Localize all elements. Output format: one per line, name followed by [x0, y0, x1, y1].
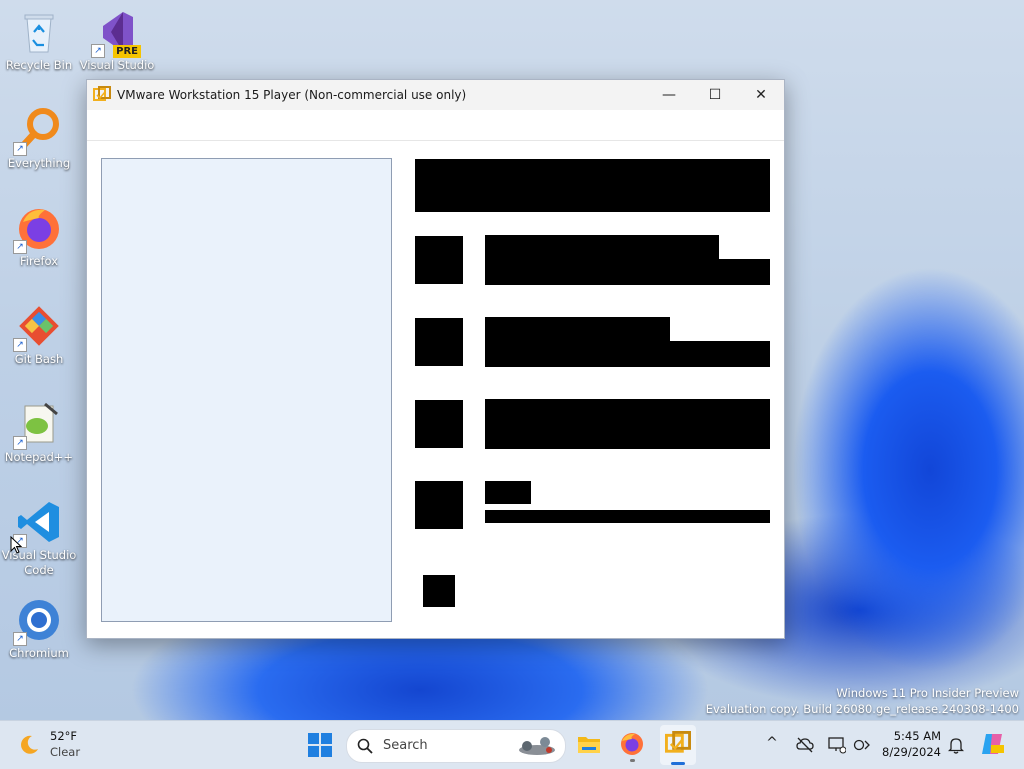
git-bash-label: Git Bash	[14, 352, 64, 366]
redacted-action-icon-3[interactable]	[415, 400, 463, 448]
window-titlebar[interactable]: VMware Workstation 15 Player (Non-commer…	[87, 80, 784, 110]
redacted-action-desc-2	[485, 341, 770, 367]
notepad-plus-plus-icon: ↗	[13, 400, 63, 450]
start-button[interactable]	[307, 732, 333, 758]
minimize-button[interactable]: —	[646, 80, 692, 110]
watermark-line-2: Evaluation copy. Build 26080.ge_release.…	[705, 702, 1019, 716]
search-placeholder: Search	[383, 738, 428, 753]
recycle-bin-label: Recycle Bin	[5, 58, 73, 72]
everything-label: Everything	[7, 156, 71, 170]
redacted-action-icon-4[interactable]	[415, 481, 463, 529]
desktop-icon-firefox[interactable]: ↗ Firefox	[1, 204, 77, 269]
minimize-icon: —	[662, 87, 676, 103]
pre-badge: PRE	[113, 45, 141, 58]
windows-watermark: Windows 11 Pro Insider Preview Evaluatio…	[706, 685, 1019, 717]
visual-studio-icon: PRE ↗	[91, 8, 141, 58]
copilot-button[interactable]	[980, 732, 1004, 756]
watermark-line-1: Windows 11 Pro Insider Preview	[836, 686, 1019, 700]
desktop-icon-git-bash[interactable]: ↗ Git Bash	[1, 302, 77, 367]
desktop-icon-visual-studio[interactable]: PRE ↗ Visual Studio	[79, 8, 155, 73]
clock-date: 8/29/2024	[882, 745, 941, 759]
accessibility-icon[interactable]	[853, 737, 871, 753]
maximize-button[interactable]: ☐	[692, 80, 738, 110]
running-indicator	[630, 759, 635, 762]
vm-library-pane[interactable]	[101, 158, 392, 622]
redacted-action-icon-1[interactable]	[415, 236, 463, 284]
recycle-bin-icon	[15, 8, 63, 56]
tray-overflow-button[interactable]: ^	[764, 735, 780, 753]
vmware-player-window[interactable]: VMware Workstation 15 Player (Non-commer…	[86, 79, 785, 639]
active-indicator	[671, 762, 685, 765]
search-highlight-icon	[519, 737, 555, 755]
weather-temp: 52°F	[50, 729, 77, 743]
vscode-icon: ↗	[13, 498, 63, 548]
everything-search-icon: ↗	[13, 106, 63, 156]
firefox-label: Firefox	[19, 254, 59, 268]
display-icon[interactable]	[828, 736, 846, 754]
notification-bell-icon[interactable]	[948, 736, 964, 754]
redacted-footer-icon[interactable]	[423, 575, 455, 607]
taskbar-search-box[interactable]: Search	[346, 729, 566, 763]
shortcut-arrow-icon: ↗	[13, 240, 27, 254]
shortcut-arrow-icon: ↗	[13, 436, 27, 450]
windows-logo-icon	[308, 733, 332, 757]
redacted-action-title-4[interactable]	[485, 481, 531, 504]
taskbar-firefox[interactable]	[619, 731, 645, 762]
clock-time: 5:45 AM	[893, 729, 941, 743]
redacted-action-icon-2[interactable]	[415, 318, 463, 366]
redacted-welcome-header	[415, 159, 770, 212]
shortcut-arrow-icon: ↗	[13, 338, 27, 352]
firefox-icon	[621, 733, 643, 755]
taskbar-file-explorer[interactable]	[576, 731, 602, 757]
shortcut-arrow-icon: ↗	[91, 44, 105, 58]
desktop-icon-recycle-bin[interactable]: Recycle Bin	[1, 8, 77, 73]
network-offline-icon[interactable]	[796, 737, 814, 753]
weather-condition: Clear	[50, 745, 81, 759]
redacted-action-desc-1	[485, 259, 770, 285]
shortcut-arrow-icon: ↗	[13, 142, 27, 156]
firefox-icon: ↗	[13, 204, 63, 254]
folder-icon	[578, 737, 600, 753]
desktop-icon-everything[interactable]: ↗ Everything	[1, 106, 77, 171]
search-icon	[357, 738, 373, 754]
taskbar-vmware-player[interactable]	[660, 725, 696, 765]
taskbar: 52°F Clear Search ^ 5:45 AM 8/29/2024	[0, 720, 1024, 769]
git-bash-icon: ↗	[13, 302, 63, 352]
shortcut-arrow-icon: ↗	[13, 632, 27, 646]
chromium-label: Chromium	[9, 646, 69, 660]
mouse-cursor-icon	[10, 536, 22, 554]
maximize-icon: ☐	[708, 87, 722, 103]
copilot-icon	[982, 734, 1004, 754]
chromium-icon: ↗	[13, 596, 63, 646]
chevron-up-icon: ^	[766, 735, 778, 751]
vmware-app-icon	[93, 86, 111, 101]
notepad-plus-plus-label: Notepad++	[4, 450, 74, 464]
close-icon: ✕	[755, 87, 767, 103]
window-title: VMware Workstation 15 Player (Non-commer…	[117, 88, 467, 102]
desktop-icon-chromium[interactable]: ↗ Chromium	[1, 596, 77, 661]
vmware-app-icon	[665, 731, 691, 753]
redacted-action-title-2[interactable]	[485, 317, 670, 343]
weather-widget[interactable]: 52°F Clear	[14, 728, 94, 762]
moon-icon	[21, 735, 38, 754]
clock[interactable]: 5:45 AM 8/29/2024	[876, 728, 941, 760]
visual-studio-label: Visual Studio	[79, 58, 155, 72]
redacted-action-title-3[interactable]	[485, 399, 770, 449]
redacted-action-desc-4	[485, 510, 770, 523]
redacted-action-title-1[interactable]	[485, 235, 719, 261]
menu-bar	[87, 110, 784, 141]
desktop-icon-notepad-plus-plus[interactable]: ↗ Notepad++	[1, 400, 77, 465]
close-button[interactable]: ✕	[738, 80, 784, 110]
